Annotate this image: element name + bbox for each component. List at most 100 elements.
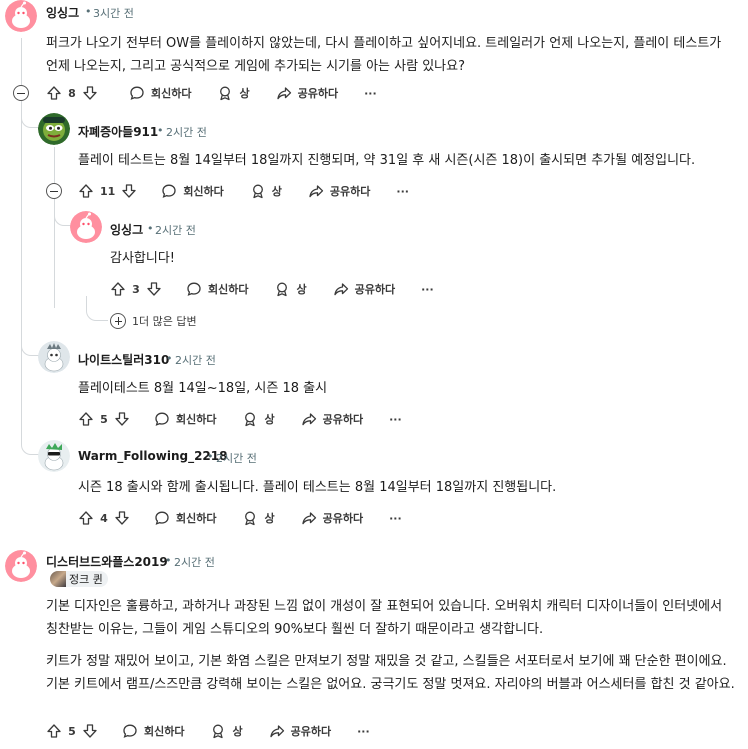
comment-body: 퍼크가 나오기 전부터 OW를 플레이하지 않았는데, 다시 플레이하고 싶어지…	[46, 36, 722, 74]
share-label: 공유하다	[354, 283, 396, 296]
share-button[interactable]: 공유하다	[301, 510, 363, 526]
reply-label: 회신하다	[176, 512, 217, 525]
comment-author[interactable]: Warm_Following_2218	[78, 449, 227, 463]
upvote-icon[interactable]	[78, 411, 94, 427]
comment-icon	[154, 510, 170, 526]
separator: •	[207, 450, 214, 463]
reply-button[interactable]: 회신하다	[154, 510, 216, 526]
avatar[interactable]	[70, 211, 102, 243]
avatar[interactable]	[38, 440, 70, 472]
comment-icon	[154, 411, 170, 427]
avatar[interactable]	[38, 113, 70, 145]
comment-action-bar: 5 회신하다 상 공유하다 ···	[46, 720, 370, 742]
share-label: 공유하다	[297, 87, 339, 100]
award-label: 상	[232, 725, 243, 738]
more-options-button[interactable]: ···	[389, 512, 402, 525]
more-options-button[interactable]: ···	[357, 725, 370, 738]
comment-action-bar: 11 회신하다 상 공유하다 ···	[78, 180, 409, 202]
comment-body: 감사합니다!	[110, 251, 176, 266]
reply-button[interactable]: 회신하다	[154, 411, 216, 427]
award-label: 상	[264, 512, 275, 525]
award-label: 상	[264, 413, 275, 426]
more-options-button[interactable]: ···	[421, 283, 434, 296]
separator: •	[147, 222, 154, 235]
share-label: 공유하다	[329, 185, 371, 198]
award-button[interactable]: 상	[242, 510, 275, 526]
award-icon	[250, 183, 266, 199]
upvote-icon[interactable]	[110, 281, 126, 297]
reply-button[interactable]: 회신하다	[161, 183, 224, 199]
award-icon	[242, 510, 258, 526]
award-icon	[217, 85, 233, 101]
avatar[interactable]	[5, 550, 37, 582]
comment-time: 2시간 전	[216, 452, 257, 465]
separator: •	[166, 352, 173, 365]
downvote-icon[interactable]	[114, 411, 130, 427]
collapse-icon[interactable]	[46, 183, 62, 199]
comment-time: 2시간 전	[166, 126, 207, 139]
share-button[interactable]: 공유하다	[269, 723, 331, 739]
share-icon	[301, 510, 317, 526]
award-button[interactable]: 상	[210, 723, 243, 739]
upvote-icon[interactable]	[78, 510, 94, 526]
share-icon	[276, 85, 292, 101]
more-options-label: ···	[389, 412, 402, 426]
comment-author[interactable]: 잉싱그	[46, 4, 79, 21]
more-options-button[interactable]: ···	[396, 185, 409, 198]
reply-button[interactable]: 회신하다	[122, 723, 184, 739]
vote-count: 5	[100, 412, 108, 426]
share-button[interactable]: 공유하다	[301, 411, 363, 427]
vote-count: 11	[100, 184, 116, 198]
upvote-icon[interactable]	[46, 723, 62, 739]
downvote-icon[interactable]	[146, 281, 162, 297]
comment-author[interactable]: 나이트스틸러310	[78, 351, 169, 368]
user-flair: 정크 퀸	[50, 571, 108, 587]
share-button[interactable]: 공유하다	[308, 183, 370, 199]
more-options-button[interactable]: ···	[389, 413, 402, 426]
vote-count: 3	[132, 282, 140, 296]
share-button[interactable]: 공유하다	[333, 281, 395, 297]
upvote-icon[interactable]	[46, 85, 62, 101]
reply-label: 회신하다	[176, 413, 217, 426]
vote-count: 4	[100, 511, 108, 525]
comment-icon	[129, 85, 145, 101]
separator: •	[165, 554, 172, 567]
award-button[interactable]: 상	[250, 183, 282, 199]
award-label: 상	[239, 87, 250, 100]
reply-button[interactable]: 회신하다	[186, 281, 248, 297]
share-icon	[301, 411, 317, 427]
flair-icon	[50, 571, 66, 587]
thread-elbow	[21, 100, 39, 128]
more-replies-button[interactable]: 1더 많은 답변	[110, 313, 197, 329]
award-label: 상	[271, 185, 282, 198]
downvote-icon[interactable]	[82, 723, 98, 739]
award-button[interactable]: 상	[274, 281, 307, 297]
downvote-icon[interactable]	[121, 183, 137, 199]
thread-elbow	[21, 430, 39, 455]
comment-author[interactable]: 자폐증아들911	[78, 123, 158, 140]
vote-count: 8	[68, 86, 76, 100]
award-icon	[274, 281, 290, 297]
reply-button[interactable]: 회신하다	[129, 85, 191, 101]
collapse-icon[interactable]	[13, 85, 29, 101]
award-button[interactable]: 상	[217, 85, 250, 101]
upvote-icon[interactable]	[78, 183, 94, 199]
downvote-icon[interactable]	[82, 85, 98, 101]
award-label: 상	[296, 283, 307, 296]
reply-label: 회신하다	[208, 283, 249, 296]
plus-icon	[110, 313, 126, 329]
comment-icon	[186, 281, 202, 297]
avatar[interactable]	[38, 341, 70, 373]
downvote-icon[interactable]	[114, 510, 130, 526]
comment-author[interactable]: 잉싱그	[110, 221, 143, 238]
avatar[interactable]	[5, 0, 37, 32]
separator: •	[85, 5, 92, 18]
more-options-label: ···	[364, 86, 377, 100]
share-label: 공유하다	[290, 725, 332, 738]
reply-label: 회신하다	[183, 185, 224, 198]
more-options-label: ···	[389, 511, 402, 525]
share-button[interactable]: 공유하다	[276, 85, 338, 101]
more-options-button[interactable]: ···	[364, 87, 377, 100]
award-button[interactable]: 상	[242, 411, 275, 427]
comment-author[interactable]: 디스터브드와플스2019	[46, 553, 168, 570]
